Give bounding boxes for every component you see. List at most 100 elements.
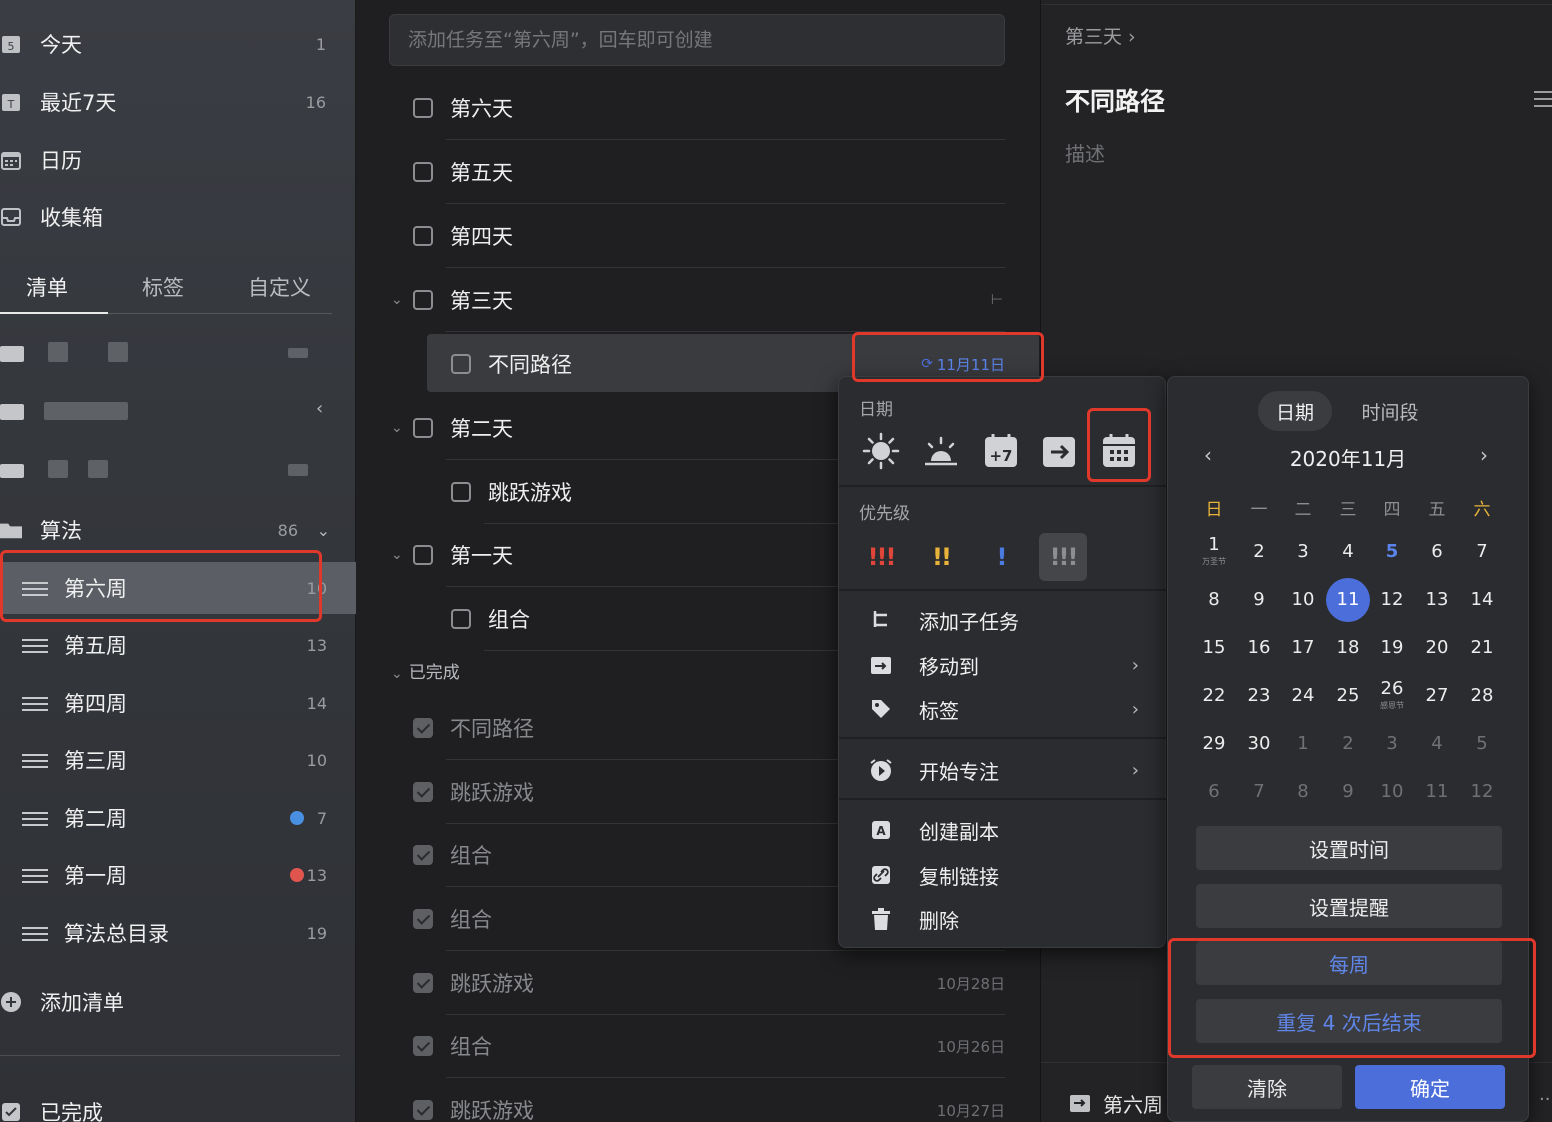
task-checkbox[interactable] (413, 162, 433, 182)
task-row[interactable]: 第六天 (357, 76, 1039, 140)
footer-list-name[interactable]: 第六周 (1103, 1089, 1163, 1118)
calendar-day[interactable]: 16 (1237, 626, 1281, 670)
sidebar-list-item[interactable]: 第二周 7 (0, 792, 356, 844)
calendar-day[interactable]: 4 (1326, 530, 1370, 574)
next-month-icon[interactable]: › (1480, 443, 1488, 467)
task-checkbox[interactable] (413, 718, 433, 738)
completed-section-header[interactable]: ⌄ 已完成 (391, 658, 460, 683)
tab-time-range[interactable]: 时间段 (1348, 391, 1432, 431)
calendar-day[interactable]: 30 (1237, 722, 1281, 766)
tab-custom[interactable]: 自定义 (248, 272, 311, 302)
calendar-day[interactable]: 17 (1281, 626, 1325, 670)
calendar-day[interactable]: 25 (1326, 674, 1370, 718)
tab-lists[interactable]: 清单 (26, 272, 68, 302)
calendar-day[interactable]: 18 (1326, 626, 1370, 670)
chevron-down-icon[interactable]: ⌄ (391, 420, 403, 436)
task-title[interactable]: 第五天 (450, 157, 513, 187)
task-checkbox[interactable] (413, 909, 433, 929)
description-field[interactable]: 描述 (1065, 138, 1105, 167)
clear-button[interactable]: 清除 (1192, 1065, 1342, 1109)
postpone-arrow-icon[interactable] (1037, 429, 1081, 473)
calendar-day[interactable]: 29 (1192, 722, 1236, 766)
task-checkbox[interactable] (413, 545, 433, 565)
calendar-day[interactable]: 15 (1192, 626, 1236, 670)
calendar-day[interactable]: 8 (1281, 770, 1325, 814)
calendar-day[interactable]: 22 (1192, 674, 1236, 718)
calendar-day[interactable]: 7 (1237, 770, 1281, 814)
custom-date-calendar-icon[interactable] (1097, 429, 1141, 473)
calendar-day[interactable]: 10 (1370, 770, 1414, 814)
context-menu-item[interactable]: 开始专注 › (839, 748, 1167, 792)
task-title[interactable]: 跳跃游戏 (450, 1095, 534, 1122)
calendar-day[interactable]: 1 万圣节 (1192, 530, 1236, 574)
task-checkbox[interactable] (413, 782, 433, 802)
calendar-day[interactable]: 23 (1237, 674, 1281, 718)
blurred-folder-row[interactable] (0, 452, 340, 492)
task-checkbox[interactable] (413, 845, 433, 865)
sidebar-folder-algorithms[interactable]: 算法 86 ⌄ (0, 506, 340, 554)
set-time-button[interactable]: 设置时间 (1196, 826, 1502, 870)
sidebar-list-item[interactable]: 第六周 10 (0, 562, 356, 614)
repeat-end-button[interactable]: 重复 4 次后结束 (1196, 999, 1502, 1043)
task-row[interactable]: ⌄ 第三天 ⊢ (357, 268, 1039, 332)
calendar-day[interactable]: 1 (1281, 722, 1325, 766)
task-title[interactable]: 不同路径 (1065, 82, 1165, 118)
task-title[interactable]: 不同路径 (488, 349, 572, 379)
calendar-day[interactable]: 3 (1281, 530, 1325, 574)
calendar-day[interactable]: 14 (1460, 578, 1504, 622)
task-checkbox[interactable] (413, 98, 433, 118)
calendar-day[interactable]: 2 (1237, 530, 1281, 574)
chevron-down-icon[interactable]: ⌄ (391, 547, 403, 563)
prev-month-icon[interactable]: ‹ (1204, 443, 1212, 467)
calendar-day[interactable]: 9 (1237, 578, 1281, 622)
task-title[interactable]: 第一天 (450, 540, 513, 570)
task-title[interactable]: 跳跃游戏 (488, 477, 572, 507)
calendar-day[interactable]: 2 (1326, 722, 1370, 766)
task-title[interactable]: 组合 (450, 904, 492, 934)
task-row[interactable]: 第四天 (357, 204, 1039, 268)
blurred-folder-row[interactable]: ‹ (0, 394, 340, 434)
chevron-left-icon[interactable]: ‹ (316, 398, 323, 419)
task-title[interactable]: 第四天 (450, 221, 513, 251)
task-title[interactable]: 第三天 (450, 285, 513, 315)
sidebar-item-completed[interactable]: 已完成 (0, 1088, 340, 1122)
calendar-day[interactable]: 3 (1370, 722, 1414, 766)
menu-lines-icon[interactable] (1534, 86, 1552, 112)
calendar-day[interactable]: 10 (1281, 578, 1325, 622)
add-task-input[interactable] (390, 15, 1004, 65)
calendar-day[interactable]: 21 (1460, 626, 1504, 670)
priority-option[interactable]: ! (977, 533, 1025, 581)
sidebar-list-item[interactable]: 第三周 10 (0, 734, 356, 786)
calendar-day[interactable]: 27 (1415, 674, 1459, 718)
context-menu-item[interactable]: 标签 › (839, 687, 1167, 731)
calendar-day[interactable]: 19 (1370, 626, 1414, 670)
task-title[interactable]: 组合 (450, 1031, 492, 1061)
context-menu-item[interactable]: A 创建副本 (839, 808, 1167, 852)
sidebar-list-item[interactable]: 第四周 14 (0, 677, 356, 729)
task-checkbox[interactable] (413, 973, 433, 993)
set-reminder-button[interactable]: 设置提醒 (1196, 884, 1502, 928)
today-sun-icon[interactable] (859, 429, 903, 473)
more-icon[interactable]: ·· (1539, 1089, 1550, 1110)
calendar-day[interactable]: 6 (1192, 770, 1236, 814)
sidebar-item-inbox[interactable]: 收集箱 (0, 193, 340, 241)
completed-task-row[interactable]: 跳跃游戏 10月28日 (357, 951, 1039, 1015)
chevron-down-icon[interactable]: ⌄ (391, 292, 403, 308)
add-list-button[interactable]: 添加清单 (0, 978, 340, 1026)
repeat-button[interactable]: 每周 (1196, 941, 1502, 985)
tab-date[interactable]: 日期 (1258, 391, 1332, 431)
task-title[interactable]: 组合 (488, 604, 530, 634)
sidebar-item-today[interactable]: 5 今天 1 (0, 20, 340, 68)
context-menu-item[interactable]: 添加子任务 (839, 598, 1167, 642)
calendar-day[interactable]: 5 (1460, 722, 1504, 766)
sidebar-item-calendar[interactable]: 日历 (0, 136, 340, 184)
task-title[interactable]: 第六天 (450, 93, 513, 123)
move-icon[interactable] (1069, 1093, 1091, 1117)
task-title[interactable]: 组合 (450, 840, 492, 870)
calendar-day[interactable]: 26 感恩节 (1370, 674, 1414, 718)
calendar-day[interactable]: 6 (1415, 530, 1459, 574)
task-checkbox[interactable] (451, 609, 471, 629)
calendar-day[interactable]: 11 (1415, 770, 1459, 814)
task-checkbox[interactable] (451, 354, 471, 374)
task-row[interactable]: 第五天 (357, 140, 1039, 204)
